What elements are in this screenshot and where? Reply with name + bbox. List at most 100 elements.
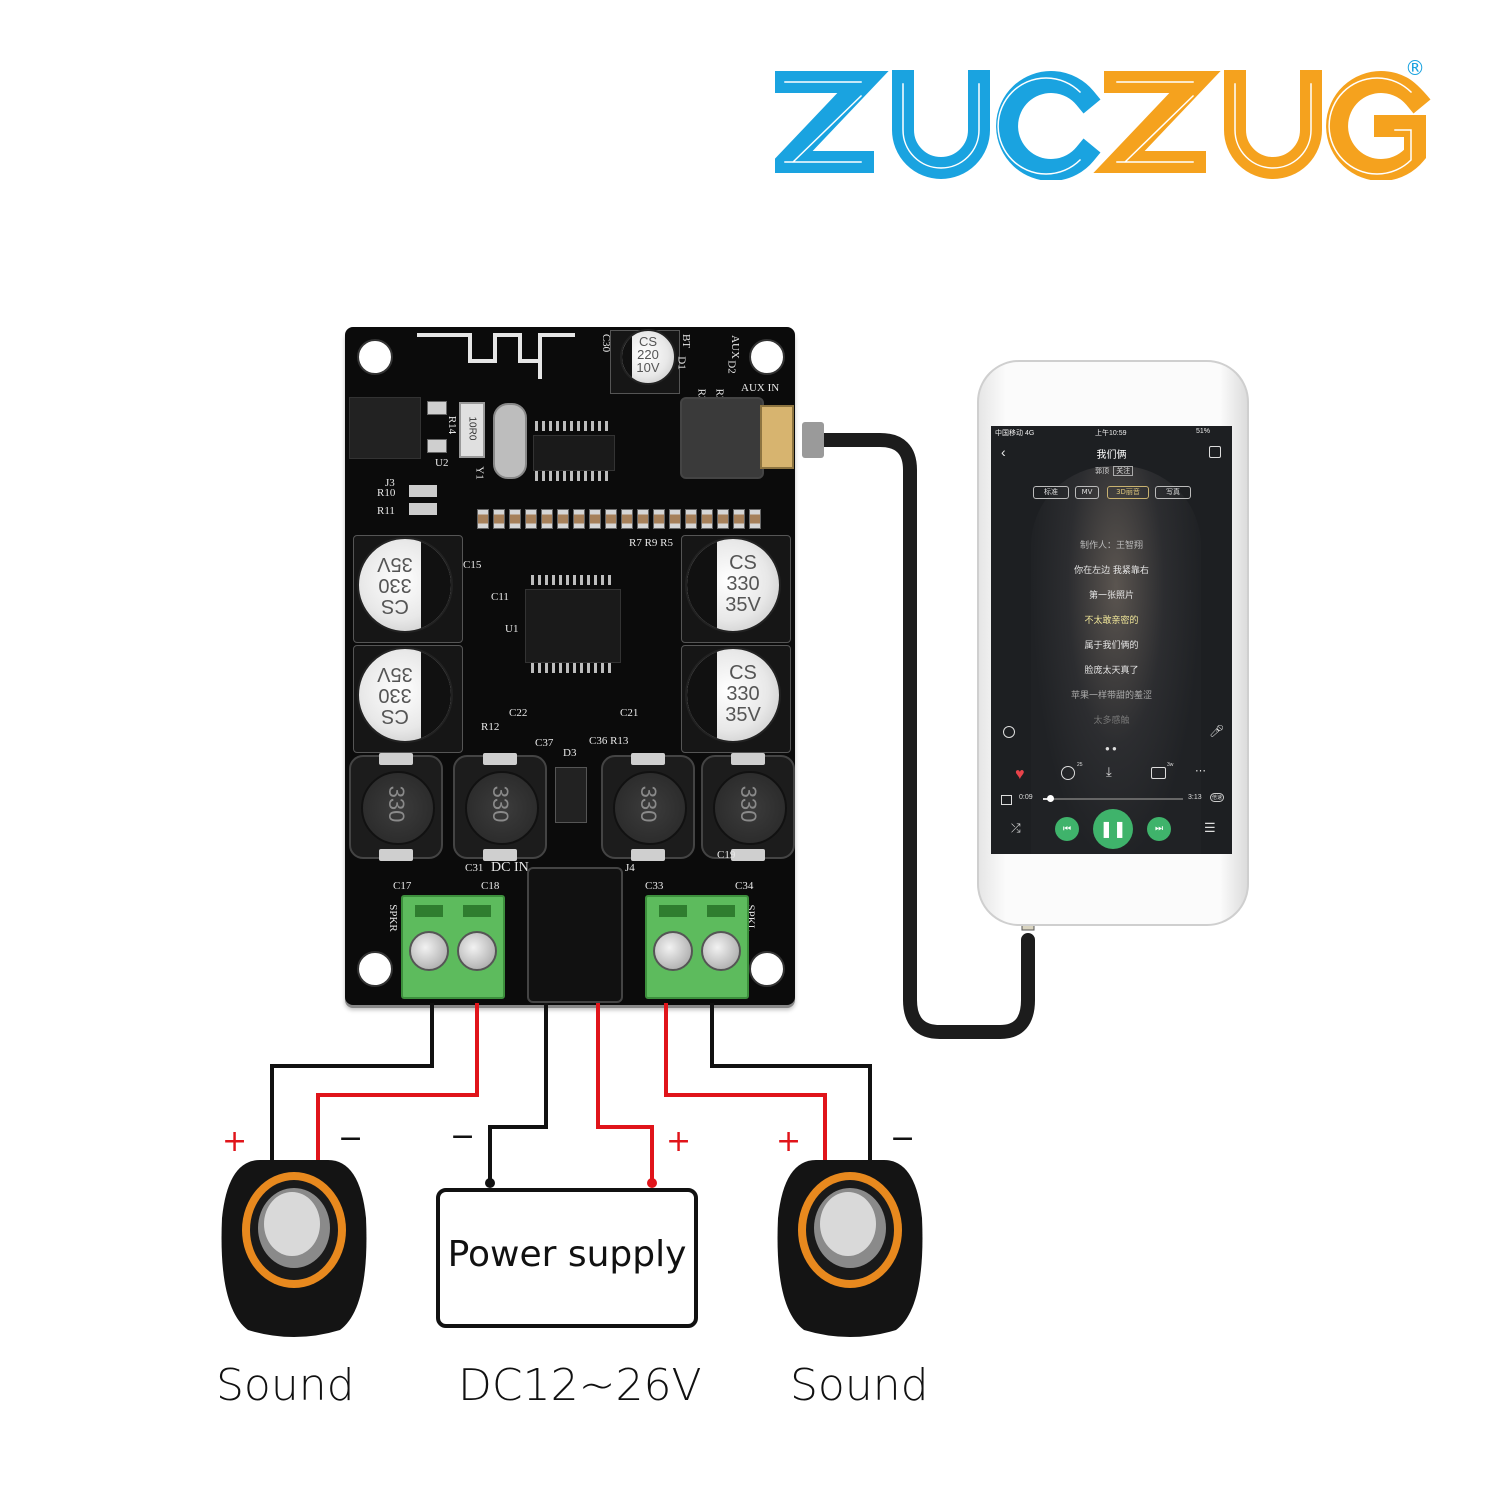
silk-c15: C15 [463,559,482,571]
inductor: 330 [349,753,443,861]
silk-d3: D3 [563,747,577,759]
power-supply-label: Power supply [447,1234,687,1275]
inductor-label: 330 [384,785,409,823]
left-speaker-label: Sound [216,1360,355,1411]
chip-pins [531,575,613,585]
heart-icon[interactable]: ♥ [1015,766,1025,784]
lyric-line: 属于我们俩的 [1084,641,1139,651]
status-battery: 51% [1196,428,1211,435]
electrolytic-capacitor: CS 330 35V [357,537,453,633]
mount-hole [357,339,393,375]
mount-hole [749,951,785,987]
progress-track[interactable] [1043,795,1183,802]
pad [427,401,447,415]
lyric-line: 你在左边 我紧靠右 [1074,566,1149,576]
silk-aux: AUX [728,335,741,359]
terminal-screw[interactable] [409,931,449,971]
brand-logo-graphic [761,67,1431,181]
terminal-screw[interactable] [653,931,693,971]
duration-time: 3:13 [1188,794,1202,801]
progress-knob[interactable] [1047,795,1054,802]
silk-j4: J4 [625,862,635,874]
silk-dc-in: DC IN [491,860,529,875]
message-badge: 3w [1167,762,1174,768]
pad [427,439,447,453]
resistor-label: 10R0 [466,416,478,441]
silk-r10: R10 [377,487,396,499]
cap-label: 330 [726,573,760,595]
cast-icon[interactable] [1001,795,1012,805]
silk-y1: Y1 [473,466,486,480]
lyric-line: 苹果一样带甜的羞涩 [1070,691,1152,701]
aux-jack-contact [760,405,794,469]
status-time: 上午10:59 [1095,430,1127,437]
shuffle-icon[interactable]: ⤮ [1011,821,1021,836]
silk-c33: C33 [645,880,664,892]
comment-play-icon[interactable] [1061,766,1075,780]
terminal-screw[interactable] [457,931,497,971]
amplifier-chip-u1 [525,589,621,663]
cap-label: CS [729,662,757,684]
elapsed-time: 0:09 [1019,794,1033,801]
lyrics-search-icon[interactable] [1003,726,1015,738]
silk-c18: C18 [481,880,500,892]
speaker-l-terminal[interactable] [645,895,749,999]
previous-button[interactable]: ⏮︎ [1055,817,1079,841]
artist-name[interactable]: 郭顶 [1095,467,1109,475]
speaker-r-terminal[interactable] [401,895,505,999]
cap-label: 330 [726,683,760,705]
message-icon[interactable] [1151,767,1166,779]
photo-pill[interactable]: 写真 [1155,486,1191,499]
more-icon[interactable]: ⋯ [1195,764,1206,777]
silk-r11: R11 [377,505,395,517]
silk-c31: C31 [465,862,484,874]
silk-c22: C22 [509,707,528,719]
speed-button[interactable]: 倍速 [1210,793,1225,802]
page-dots: ● ● [1105,744,1117,753]
cap-label: CS [381,595,409,617]
silk-spkr: SPKR [386,904,399,932]
mv-pill[interactable]: MV [1075,486,1099,499]
lyric-line-current: 不太敢亲密的 [1084,616,1139,626]
silk-r7-r9-r5: R7 R9 R5 [629,537,674,549]
share-icon[interactable] [1209,446,1221,458]
cap-label: CS [381,705,409,727]
silk-c21: C21 [620,707,639,719]
registered-mark: ® [1405,56,1425,80]
follow-badge[interactable]: 关注 [1113,466,1134,476]
power-minus-marker: − [450,1119,476,1154]
voltage-label: DC12~26V [458,1360,702,1411]
power-plus-node [647,1178,657,1188]
album-art-portrait [1031,466,1201,854]
playlist-icon[interactable]: ☰ [1204,820,1216,836]
terminal-screw[interactable] [701,931,741,971]
lyric-line: 制作人：王智翔 [1079,541,1143,551]
lyric-line: 太多感触 [1093,716,1130,726]
3d-audio-pill[interactable]: 3D丽音 [1107,486,1149,499]
silk-c36-r13: C36 R13 [589,735,629,747]
cap-label: CS [729,552,757,574]
aux-input-jack [680,397,764,479]
electrolytic-capacitor: CS 330 35V [685,537,781,633]
silk-aux-in: AUX IN [741,382,780,394]
inductor: 330 [453,753,547,861]
cap-label: 35V [377,663,413,685]
right-speaker [777,1160,923,1337]
silk-d2: D2 [725,360,738,374]
artist-row: 郭顶 关注 [1095,466,1134,476]
download-icon[interactable]: ⤓ [1106,764,1112,780]
inductor-label: 330 [488,785,513,823]
cap-label: 330 [378,574,412,596]
next-button[interactable]: ⏭︎ [1147,817,1171,841]
mount-hole [749,339,785,375]
inductor-label: 330 [736,785,761,823]
karaoke-mic-icon[interactable]: 🎤︎ [1209,724,1224,738]
comment-count: 25 [1077,762,1083,768]
pause-button[interactable]: ❚❚ [1093,809,1133,849]
cap-label: 10V [636,360,660,375]
voltage-regulator [349,397,421,459]
right-speaker-label: Sound [790,1360,929,1411]
quality-pill[interactable]: 标准 [1033,486,1069,499]
mount-hole [357,951,393,987]
dc-power-jack[interactable] [527,867,623,1003]
